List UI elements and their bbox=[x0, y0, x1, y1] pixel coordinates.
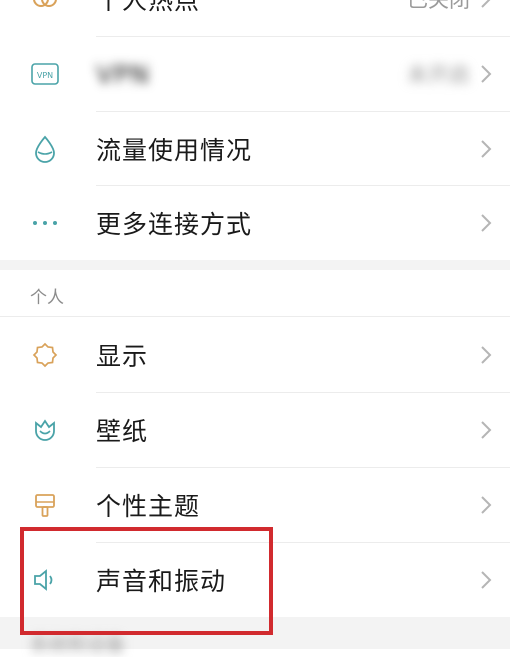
row-label: 个性主题 bbox=[96, 492, 201, 521]
chevron-right-icon bbox=[476, 0, 496, 14]
row-label: 个人热点 bbox=[96, 0, 201, 15]
settings-row-hotspot[interactable]: 个人热点 已关闭 bbox=[0, 0, 510, 36]
settings-row-sound[interactable]: 声音和振动 bbox=[0, 543, 510, 617]
vpn-icon: VPN bbox=[30, 59, 60, 89]
section-divider bbox=[0, 316, 510, 317]
settings-row-vpn[interactable]: VPN VPN 未开启 bbox=[0, 37, 510, 111]
chevron-right-icon bbox=[476, 490, 496, 520]
more-dots-icon bbox=[30, 208, 60, 238]
section-title-personal: 个人 bbox=[30, 288, 64, 308]
speaker-icon bbox=[30, 565, 60, 595]
chevron-right-icon bbox=[476, 134, 496, 164]
row-label: 壁纸 bbox=[96, 417, 149, 446]
brush-icon bbox=[30, 490, 60, 520]
row-label: 显示 bbox=[96, 342, 149, 371]
row-label: 更多连接方式 bbox=[96, 210, 253, 239]
settings-row-wallpaper[interactable]: 壁纸 bbox=[0, 393, 510, 467]
section-gap bbox=[0, 260, 510, 270]
section-title-partial: 系统和设备 bbox=[30, 634, 126, 656]
row-value: 未开启 bbox=[407, 63, 470, 87]
water-drop-icon bbox=[30, 134, 60, 164]
chevron-right-icon bbox=[476, 565, 496, 595]
hotspot-icon bbox=[30, 0, 60, 14]
settings-row-theme[interactable]: 个性主题 bbox=[0, 468, 510, 542]
sun-icon bbox=[30, 340, 60, 370]
chevron-right-icon bbox=[476, 208, 496, 238]
row-label: 声音和振动 bbox=[96, 567, 227, 596]
settings-row-more-connections[interactable]: 更多连接方式 bbox=[0, 186, 510, 260]
row-label: 流量使用情况 bbox=[96, 136, 253, 165]
chevron-right-icon bbox=[476, 415, 496, 445]
row-value: 已关闭 bbox=[407, 0, 470, 12]
settings-row-data-usage[interactable]: 流量使用情况 bbox=[0, 112, 510, 186]
settings-screen: 个人热点 已关闭 VPN VPN 未开启 流量使用情况 更多连接方式 个人 显示… bbox=[0, 0, 510, 656]
chevron-right-icon bbox=[476, 340, 496, 370]
settings-row-display[interactable]: 显示 bbox=[0, 318, 510, 392]
chevron-right-icon bbox=[476, 59, 496, 89]
row-label: VPN bbox=[96, 59, 150, 89]
tulip-icon bbox=[30, 415, 60, 445]
svg-text:VPN: VPN bbox=[37, 71, 53, 80]
